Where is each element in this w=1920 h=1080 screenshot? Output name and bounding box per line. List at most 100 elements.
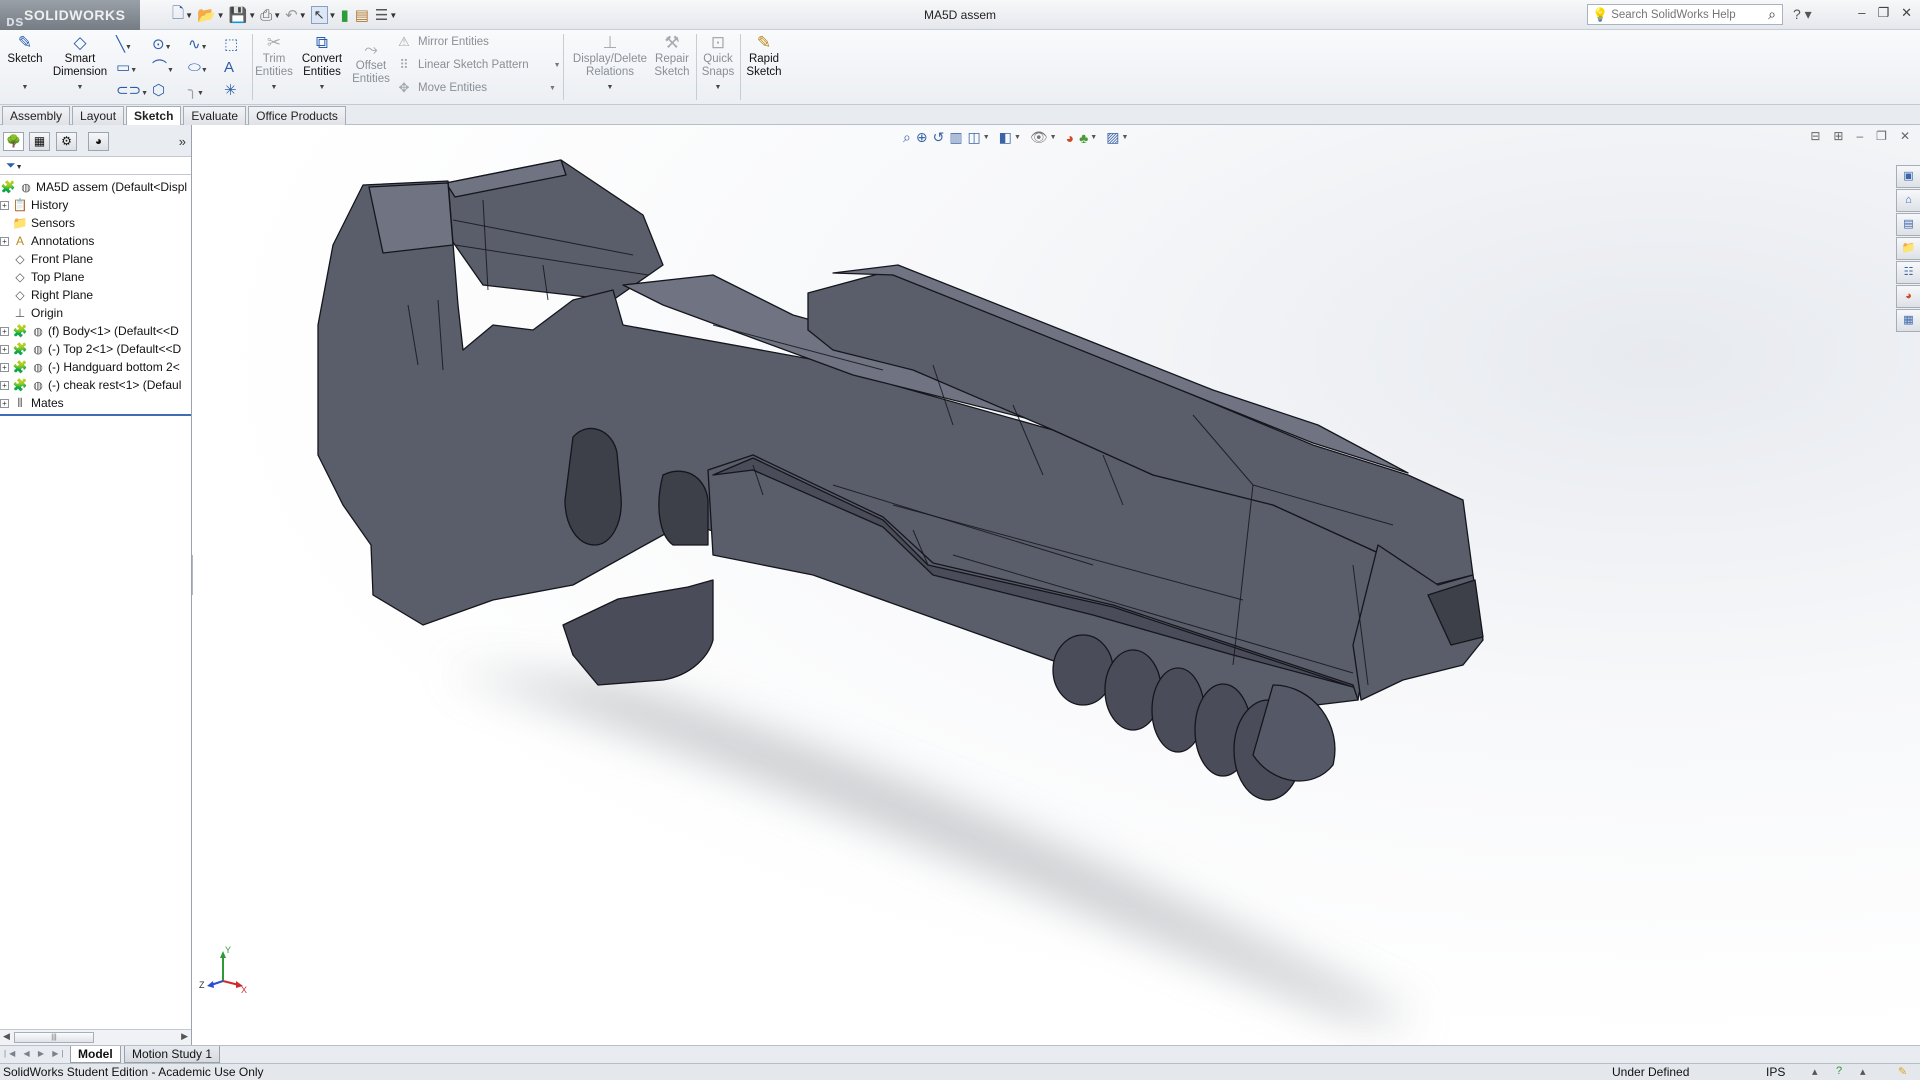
task-pane-view-palette-icon[interactable]: ☷	[1896, 261, 1920, 284]
graphics-viewport[interactable]: ⌕ ⊕ ↺ ▥ ◫ ▼ ◧ ▼ 👁 ▼ ◕ ♣ ▼ ▨ ▼ ⊟ ⊞ – ❐ ✕ Y X Z…	[193, 125, 1920, 1045]
viewport-restore-icon[interactable]: ❐	[1876, 129, 1887, 143]
property-manager-tab-icon[interactable]: ▦	[29, 132, 50, 151]
expand-panel-icon[interactable]: »	[179, 134, 186, 149]
apply-scene-dropdown-icon[interactable]: ▼	[1090, 134, 1097, 141]
task-pane-custom-properties-icon[interactable]: ▦	[1896, 309, 1920, 332]
tree-root-assembly[interactable]: 🧩 ◍ MA5D assem (Default<Displ	[0, 178, 191, 196]
hide-show-items-icon[interactable]: 👁	[1030, 129, 1048, 146]
smart-dimension-dropdown-icon[interactable]: ▼	[50, 81, 110, 94]
expand-toggle-icon[interactable]: +	[0, 200, 9, 210]
select-arrow-icon[interactable]: ↖	[310, 6, 328, 24]
display-style-icon[interactable]: ◧	[999, 129, 1012, 146]
mirror-entities-button[interactable]: ⚠ Mirror Entities	[396, 34, 489, 50]
view-orientation-dropdown-icon[interactable]: ▼	[983, 134, 990, 141]
tree-item-front-plane[interactable]: ◇ Front Plane	[0, 250, 191, 268]
tree-item-top-plane[interactable]: ◇ Top Plane	[0, 268, 191, 286]
scroll-right-icon[interactable]: ▶	[181, 1031, 188, 1042]
task-pane-home-icon[interactable]: ⌂	[1896, 189, 1920, 212]
task-pane-appearances-icon[interactable]: ◕	[1896, 285, 1920, 308]
display-delete-relations-button[interactable]: ⊥ Display/Delete Relations ▼	[567, 33, 653, 94]
rectangle-icon[interactable]: ▭▼	[116, 56, 152, 79]
tab-office-products[interactable]: Office Products	[248, 106, 346, 125]
tree-item-right-plane[interactable]: ◇ Right Plane	[0, 286, 191, 304]
tree-filter[interactable]: ⏷▼	[0, 157, 191, 175]
viewport-tile-icon[interactable]: ⊞	[1833, 129, 1843, 143]
sketch-dropdown-icon[interactable]: ▼	[6, 81, 44, 94]
units-menu-icon[interactable]: ▴	[1812, 1065, 1818, 1078]
tree-item-top-2-1-default-d[interactable]: + 🧩 ◍ (-) Top 2<1> (Default<<D	[0, 340, 191, 358]
tree-horizontal-scrollbar[interactable]: ◀ ||| ▶	[0, 1029, 191, 1045]
save-icon[interactable]: 💾	[229, 6, 248, 24]
ellipse-icon[interactable]: ⬭▼	[188, 56, 224, 79]
ma5d-model[interactable]	[193, 125, 1920, 1045]
display-style-dropdown-icon[interactable]: ▼	[1014, 134, 1021, 141]
undo-icon[interactable]: ↶	[285, 6, 298, 24]
edit-appearance-icon[interactable]: ◕	[1066, 130, 1074, 146]
tree-item-annotations[interactable]: + A Annotations	[0, 232, 191, 250]
tab-model[interactable]: Model	[70, 1046, 121, 1063]
save-dropdown-icon[interactable]: ▼	[248, 11, 256, 20]
options-dropdown-icon[interactable]: ▼	[389, 11, 397, 20]
tab-sketch[interactable]: Sketch	[126, 106, 182, 126]
task-pane-file-explorer-icon[interactable]: 📁	[1896, 237, 1920, 260]
hide-show-dropdown-icon[interactable]: ▼	[1050, 134, 1057, 141]
help-search-box[interactable]: 💡 ⌕	[1587, 4, 1783, 25]
section-view-icon[interactable]: ▥	[949, 129, 962, 146]
tab-motion-study[interactable]: Motion Study 1	[124, 1046, 221, 1063]
apply-scene-icon[interactable]: ♣	[1079, 130, 1088, 146]
configuration-manager-tab-icon[interactable]: ⚙	[56, 132, 77, 151]
viewport-close-icon[interactable]: ✕	[1900, 129, 1910, 143]
task-pane-design-library-icon[interactable]: ▤	[1896, 213, 1920, 236]
expand-toggle-icon[interactable]: +	[0, 398, 9, 408]
print-icon[interactable]: ⎙	[260, 7, 272, 24]
offset-entities-button[interactable]: ⤳ Offset Entities	[350, 40, 392, 86]
expand-toggle-icon[interactable]: +	[0, 344, 9, 354]
select-dropdown-icon[interactable]: ▼	[329, 11, 337, 20]
smart-dimension-button[interactable]: ◇ Smart Dimension ▼	[50, 33, 110, 94]
pattern-dropdown-icon[interactable]: ▼	[554, 62, 561, 69]
tab-evaluate[interactable]: Evaluate	[183, 106, 247, 125]
help-question-icon[interactable]: ? ▾	[1793, 6, 1812, 23]
unit-system[interactable]: IPS	[1766, 1065, 1785, 1079]
help-search-input[interactable]	[1611, 8, 1752, 21]
restore-icon[interactable]: ❐	[1877, 5, 1889, 21]
expand-toggle-icon[interactable]: +	[0, 380, 9, 390]
tree-item-history[interactable]: + 📋 History	[0, 196, 191, 214]
close-icon[interactable]: ✕	[1901, 5, 1912, 21]
open-folder-icon[interactable]: 📂	[197, 6, 216, 24]
new-document-icon[interactable]: 🗋	[172, 3, 184, 28]
expand-toggle-icon[interactable]: +	[0, 362, 9, 372]
view-settings-dropdown-icon[interactable]: ▼	[1121, 134, 1128, 141]
file-properties-icon[interactable]: ▤	[355, 6, 369, 24]
tab-navigation-arrows-icon[interactable]: |◀ ◀ ▶ ▶|	[4, 1049, 66, 1058]
zoom-to-fit-icon[interactable]: ⌕	[903, 129, 911, 146]
convert-entities-button[interactable]: ⧉ Convert Entities ▼	[299, 33, 345, 94]
task-pane-resources-icon[interactable]: ▣	[1896, 165, 1920, 188]
spline-icon[interactable]: ∿▼	[188, 33, 224, 56]
expand-toggle-icon[interactable]: +	[0, 326, 9, 336]
tree-item-origin[interactable]: ⊥ Origin	[0, 304, 191, 322]
tab-assembly[interactable]: Assembly	[2, 106, 71, 125]
tree-item-f-body-1-default-d[interactable]: + 🧩 ◍ (f) Body<1> (Default<<D	[0, 322, 191, 340]
tree-item-mates[interactable]: + ⦀ Mates	[0, 394, 191, 412]
trim-entities-button[interactable]: ✂ Trim Entities ▼	[254, 33, 294, 94]
status-dropdown-icon[interactable]: ▴	[1860, 1065, 1866, 1078]
view-settings-icon[interactable]: ▨	[1106, 129, 1119, 146]
help-status-icon[interactable]: ?	[1836, 1065, 1842, 1077]
previous-view-icon[interactable]: ↺	[933, 129, 945, 146]
viewport-split-icon[interactable]: ⊟	[1810, 129, 1820, 143]
viewport-minimize-icon[interactable]: –	[1856, 129, 1863, 143]
tree-item-cheak-rest-1-defaul[interactable]: + 🧩 ◍ (-) cheak rest<1> (Defaul	[0, 376, 191, 394]
zoom-to-area-icon[interactable]: ⊕	[916, 129, 928, 146]
new-dropdown-icon[interactable]: ▼	[185, 11, 193, 20]
linear-sketch-pattern-button[interactable]: ⠿ Linear Sketch Pattern ▼	[396, 57, 561, 73]
solidworks-logo[interactable]: ᴅs SOLIDWORKS	[0, 0, 140, 30]
display-manager-tab-icon[interactable]: ◕	[88, 132, 109, 151]
undo-dropdown-icon[interactable]: ▼	[299, 11, 307, 20]
relations-dropdown-icon[interactable]: ▼	[567, 81, 653, 94]
options-icon[interactable]: ☰	[375, 6, 388, 24]
move-entities-button[interactable]: ✥ Move Entities ▼	[396, 80, 556, 96]
rebuild-icon[interactable]: ▮	[340, 6, 348, 24]
slot-icon[interactable]: ⊂⊃▼	[116, 79, 152, 102]
sketch-button[interactable]: ✎ Sketch ▼	[6, 33, 44, 94]
